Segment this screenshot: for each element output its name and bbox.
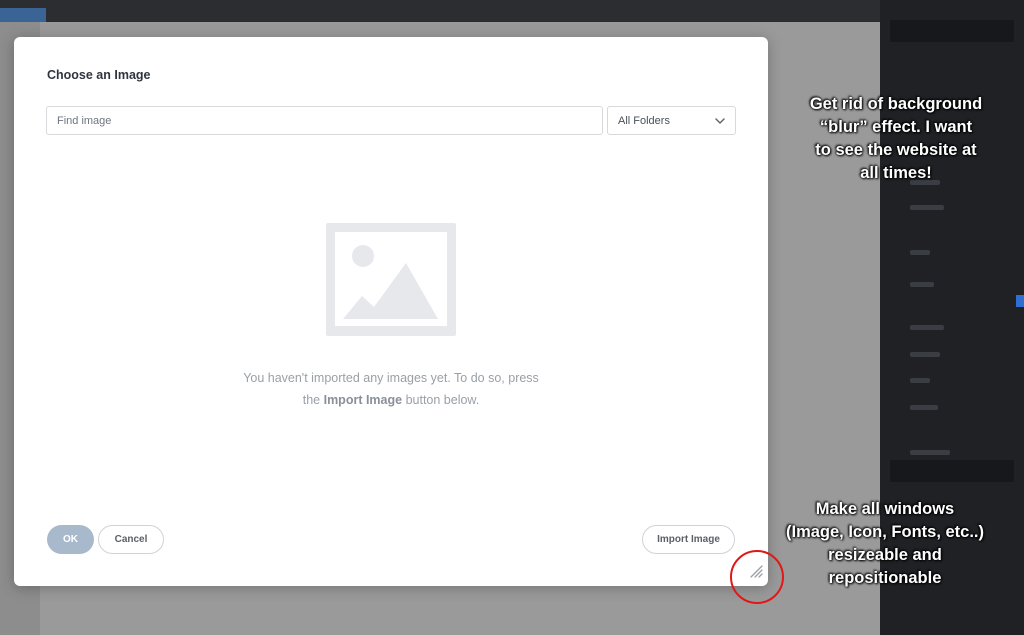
annotation-note-blur: Get rid of background “blur” effect. I w… (809, 95, 983, 182)
empty-state-message: You haven't imported any images yet. To … (194, 368, 588, 411)
annotation-note-resize: Make all windows (Image, Icon, Fonts, et… (785, 500, 985, 587)
import-image-button[interactable]: Import Image (642, 525, 735, 554)
empty-message-line-2: the Import Image button below. (302, 392, 480, 407)
background-tab (0, 8, 46, 22)
image-placeholder-icon (326, 223, 456, 336)
choose-image-dialog: Choose an Image All Folders You haven't … (14, 37, 768, 586)
import-image-emphasis: Import Image (323, 392, 403, 407)
folder-select-value: All Folders (618, 115, 670, 127)
dialog-title: Choose an Image (47, 68, 151, 82)
background-toolbar (0, 0, 1024, 22)
empty-message-line-1: You haven't imported any images yet. To … (243, 371, 539, 385)
ok-button[interactable]: OK (47, 525, 94, 554)
chevron-down-icon (715, 118, 725, 124)
cancel-button[interactable]: Cancel (98, 525, 164, 554)
folder-select[interactable]: All Folders (607, 106, 736, 135)
find-image-input[interactable] (46, 106, 603, 135)
